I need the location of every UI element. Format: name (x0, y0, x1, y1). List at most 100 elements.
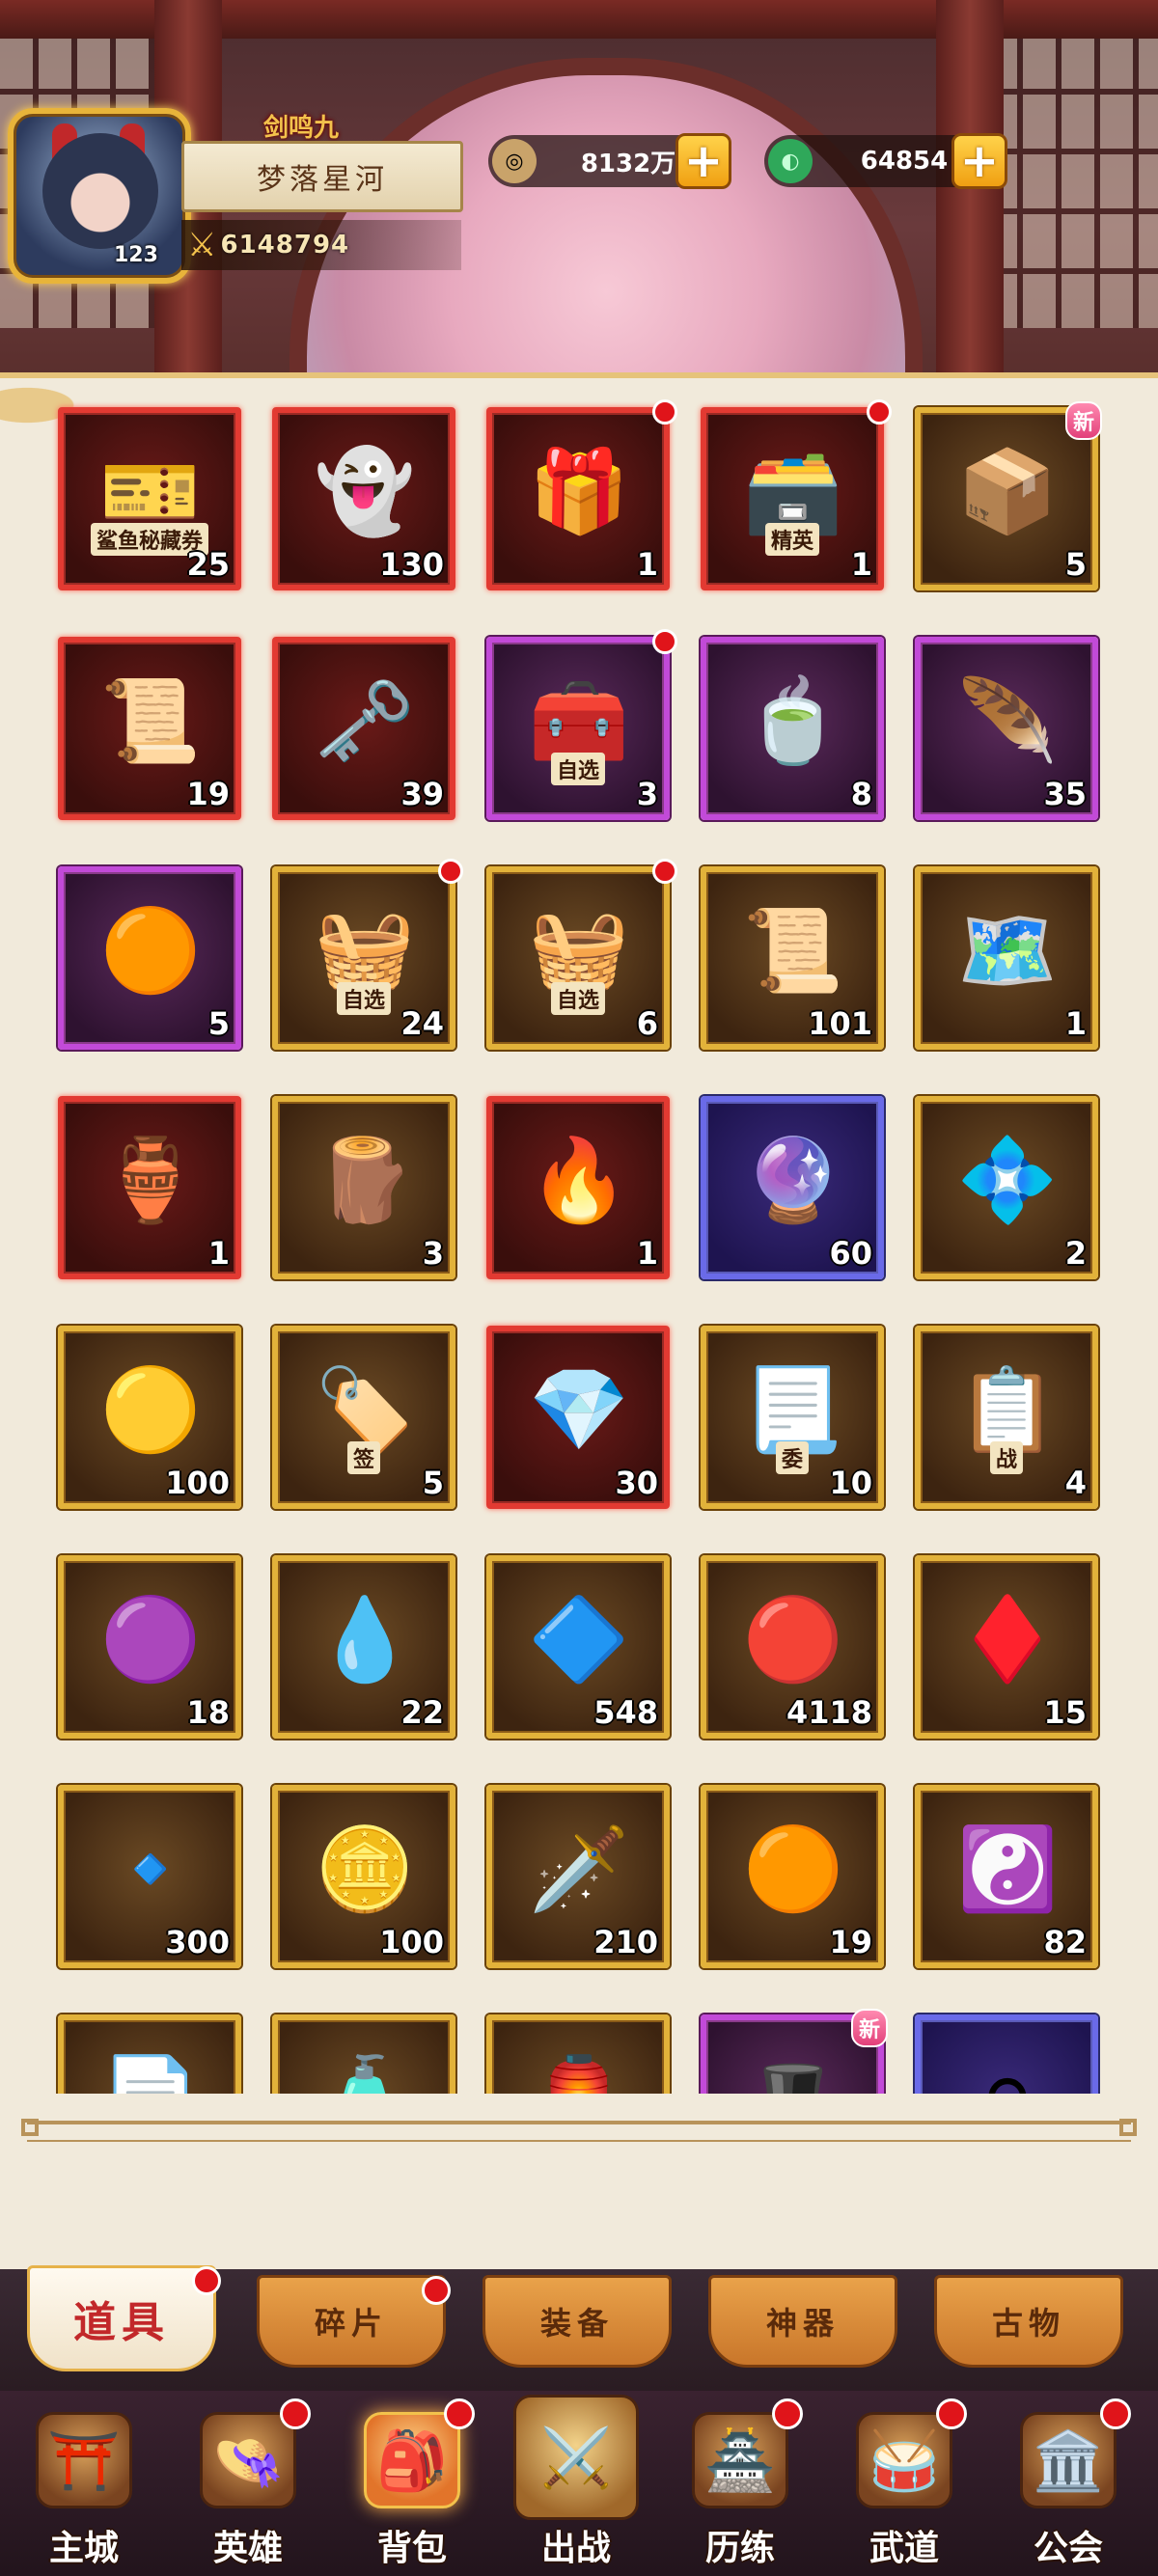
tab-label: 古物 (991, 2305, 1065, 2342)
item-count: 35 (1043, 776, 1087, 812)
item-slot[interactable]: 🧺 自选 6 (486, 859, 677, 1050)
tab-fragments[interactable]: 碎片 (257, 2275, 451, 2368)
item-count: 100 (379, 1924, 444, 1960)
item-count: 18 (186, 1694, 230, 1731)
combat-power: ⚔ 6148794 (181, 220, 461, 270)
item-count: 30 (615, 1465, 658, 1501)
inventory-scroll-area[interactable]: 🎫 鲨鱼秘藏券 25 👻 130 🎁 1 🗃️ 精英 1 📦 5 新 📜 19 🗝️ 39 🧰 自选 3 🍵 8 🪶 35 🟠 5… (39, 397, 1119, 2094)
item-slot[interactable]: ☯️ 82 (915, 1785, 1098, 1968)
item-count: 100 (165, 1465, 230, 1501)
tab-antiques[interactable]: 古物 (934, 2275, 1123, 2368)
item-slot[interactable]: 💠 2 (915, 1096, 1098, 1279)
nav-guild[interactable]: 🏛️ 公会 (996, 2391, 1141, 2576)
notification-dot (652, 629, 677, 654)
item-count: 82 (1043, 1924, 1087, 1960)
item-count: 22 (400, 1694, 444, 1731)
item-slot[interactable]: 💧 22 (272, 1555, 455, 1739)
item-slot[interactable]: 🟣 18 (58, 1555, 241, 1739)
item-slot[interactable]: ♦️ 15 (915, 1555, 1098, 1739)
nav-battle[interactable]: ⚔️ 出战 (504, 2391, 648, 2576)
tab-artifacts[interactable]: 神器 (708, 2275, 897, 2368)
item-label: 签 (346, 1441, 381, 1474)
player-name[interactable]: 梦落星河 (181, 141, 463, 212)
item-icon: 🗝️ (314, 673, 416, 768)
item-slot[interactable]: 🔷 548 (486, 1555, 670, 1739)
item-slot[interactable]: 🗡️ 210 (486, 1785, 670, 1968)
item-icon: 🔮 (742, 1133, 844, 1227)
item-slot[interactable]: 🪵 3 (272, 1096, 455, 1279)
nav-label: 背包 (376, 2528, 447, 2568)
item-count: 5 (1064, 546, 1087, 583)
item-slot[interactable]: 🟠 19 (701, 1785, 884, 1968)
item-slot[interactable]: 🧴 (272, 2014, 455, 2094)
nav-main-city[interactable]: ⛩️ 主城 (12, 2391, 156, 2576)
cherry-blossom-arch (290, 58, 923, 376)
add-coin-button[interactable]: + (676, 133, 731, 189)
item-count: 130 (379, 546, 444, 583)
item-icon: 🪙 (314, 1822, 416, 1916)
item-slot[interactable]: 🎁 1 (486, 399, 677, 590)
item-count: 39 (400, 776, 444, 812)
item-slot[interactable]: 🟡 100 (58, 1326, 241, 1509)
item-count: 6 (636, 1005, 658, 1042)
nav-heroes[interactable]: 👒 英雄 (176, 2391, 320, 2576)
item-slot[interactable]: 🗃️ 精英 1 (701, 399, 892, 590)
item-slot[interactable]: 🏷️ 签 5 (272, 1326, 455, 1509)
item-icon: 📜 (99, 673, 202, 768)
nav-training[interactable]: 🏯 历练 (668, 2391, 813, 2576)
item-icon: 🟣 (99, 1592, 202, 1686)
item-slot[interactable]: 🔴 4118 (701, 1555, 884, 1739)
add-jade-button[interactable]: + (951, 133, 1007, 189)
item-slot[interactable]: 📜 101 (701, 866, 884, 1050)
category-tabs: 道具 碎片 装备 神器 古物 (0, 2265, 1158, 2391)
item-slot[interactable]: 🟠 5 (58, 866, 241, 1050)
item-slot[interactable]: 🏺 1 (58, 1096, 241, 1279)
item-count: 19 (186, 776, 230, 812)
item-slot[interactable]: 🧺 自选 24 (272, 859, 463, 1050)
item-slot[interactable]: ⚪ (915, 2014, 1098, 2094)
tab-equipment[interactable]: 装备 (482, 2275, 672, 2368)
item-slot[interactable]: 👻 130 (272, 407, 455, 590)
item-slot[interactable]: 🪶 35 (915, 637, 1098, 820)
nav-label: 出战 (540, 2528, 611, 2568)
item-slot[interactable]: 🍵 8 (701, 637, 884, 820)
nav-backpack[interactable]: 🎒 背包 (340, 2391, 484, 2576)
player-level: 123 (114, 243, 158, 267)
item-slot[interactable]: 💎 30 (486, 1326, 670, 1509)
item-slot[interactable]: 🔮 60 (701, 1096, 884, 1279)
item-icon: 🎩 (726, 2036, 861, 2094)
notification-dot (936, 2398, 967, 2429)
item-icon: 🗡️ (528, 1822, 630, 1916)
item-icon: 💎 (528, 1362, 630, 1457)
item-slot[interactable]: 📦 5 新 (915, 401, 1102, 590)
item-slot[interactable]: 🔹 300 (58, 1785, 241, 1968)
nav-martial-arts[interactable]: 🥁 武道 (832, 2391, 977, 2576)
item-count: 1 (850, 546, 872, 583)
notification-dot (1100, 2398, 1131, 2429)
item-slot[interactable]: 🎩新 (701, 2009, 888, 2094)
item-slot[interactable]: 🗝️ 39 (272, 637, 455, 820)
item-slot[interactable]: 📃 委 10 (701, 1326, 884, 1509)
item-count: 19 (829, 1924, 872, 1960)
item-icon: 🔴 (742, 1592, 844, 1686)
item-icon: 🪶 (956, 673, 1059, 768)
item-slot[interactable]: 📜 19 (58, 637, 241, 820)
item-slot[interactable]: 🔥 1 (486, 1096, 670, 1279)
item-slot[interactable]: 🧰 自选 3 (486, 629, 677, 820)
item-label: 自选 (550, 982, 606, 1015)
item-slot[interactable]: 📋 战 4 (915, 1326, 1098, 1509)
item-icon: 🔷 (528, 1592, 630, 1686)
item-count: 3 (636, 776, 658, 812)
item-slot[interactable]: 🗺️ 1 (915, 866, 1098, 1050)
city-gate-icon: ⛩️ (36, 2412, 132, 2508)
item-slot[interactable]: 🏮 (486, 2014, 670, 2094)
power-sword-icon: ⚔ (187, 226, 217, 264)
notification-dot (444, 2398, 475, 2429)
player-avatar[interactable] (8, 108, 191, 284)
item-slot[interactable]: 📄 (58, 2014, 241, 2094)
item-icon: 📜 (742, 903, 844, 998)
item-slot[interactable]: 🪙 100 (272, 1785, 455, 1968)
item-slot[interactable]: 🎫 鲨鱼秘藏券 25 (58, 407, 241, 590)
tab-items[interactable]: 道具 (27, 2265, 221, 2371)
item-icon: 🟡 (99, 1362, 202, 1457)
